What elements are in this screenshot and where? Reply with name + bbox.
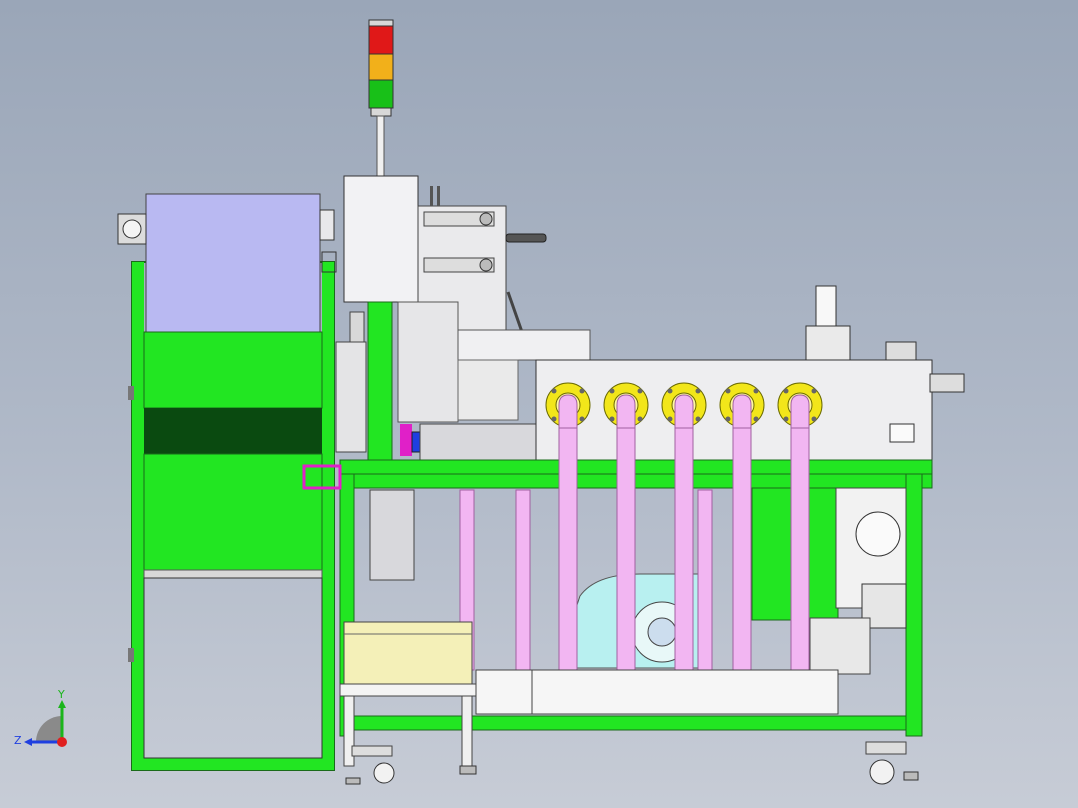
bolt-icon: [811, 416, 817, 422]
pipe-elbow: [616, 394, 636, 429]
green-column: [367, 301, 393, 463]
bottom-rail: [339, 715, 923, 731]
bolt-icon: [551, 388, 557, 394]
bolt-icon: [579, 388, 585, 394]
bolt-icon: [725, 388, 731, 394]
z-axis-label: Z: [14, 734, 22, 747]
green-panel-upper: [143, 331, 323, 409]
storage-tray: [343, 621, 473, 685]
motor-icon: [855, 511, 901, 557]
bolt-icon: [579, 416, 585, 422]
y-axis-label: Y: [57, 688, 65, 701]
bolt-icon: [695, 416, 701, 422]
bolt-icon: [609, 388, 615, 394]
x-axis-icon: [57, 737, 67, 747]
pipe: [732, 419, 752, 683]
top-rail: [339, 459, 933, 475]
caster-wheel-icon: [345, 741, 919, 785]
bolt-icon: [811, 388, 817, 394]
right-post: [322, 262, 334, 770]
fitting-icon: [479, 258, 493, 272]
signal-tower-icon: [368, 19, 394, 177]
motor-icon: [122, 219, 142, 239]
collection-manifold: [531, 669, 839, 715]
bolt-icon: [667, 416, 673, 422]
bolt-icon: [667, 388, 673, 394]
bolt-icon: [753, 388, 759, 394]
upper-panel: [145, 193, 321, 333]
triad-sector: [36, 716, 62, 742]
pipe: [616, 419, 636, 683]
pipe: [790, 419, 810, 683]
fitting-icon: [479, 212, 493, 226]
green-panel-lower: [143, 453, 323, 571]
view-triad: Y Z: [14, 688, 67, 747]
pipe-elbow: [790, 394, 810, 429]
pipe-elbow: [558, 394, 578, 429]
spline-shaft: [815, 285, 837, 327]
dark-band: [144, 408, 322, 454]
bolt-icon: [783, 416, 789, 422]
left-post: [132, 262, 144, 770]
pipe: [558, 419, 578, 683]
bolt-icon: [783, 388, 789, 394]
control-box: [343, 175, 419, 303]
connector: [929, 373, 965, 393]
cad-viewport[interactable]: Y Z: [0, 0, 1078, 808]
cabinet-base: [132, 758, 334, 770]
hinge-icon: [128, 386, 134, 400]
pipe: [674, 419, 694, 683]
bolt-icon: [637, 388, 643, 394]
magenta-part: [400, 424, 412, 456]
conveyor-chain: [419, 423, 547, 461]
rod: [505, 233, 547, 243]
bolt-icon: [695, 388, 701, 394]
bolt-icon: [551, 416, 557, 422]
bolt-icon: [609, 416, 615, 422]
bolt-icon: [753, 416, 759, 422]
bolt-icon: [725, 416, 731, 422]
hinge-icon: [128, 648, 134, 662]
bolt-icon: [637, 416, 643, 422]
pipe-elbow: [732, 394, 752, 429]
pipe-elbow: [674, 394, 694, 429]
machine-drawing: Y Z: [14, 19, 965, 785]
